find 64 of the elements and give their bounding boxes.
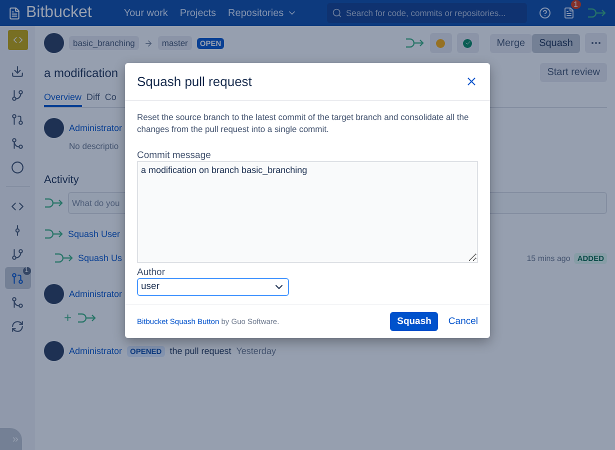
arrow-icon — [144, 38, 153, 48]
half-circle-arrow-icon — [76, 312, 97, 324]
branch-label: basic_branching — [69, 36, 139, 50]
approve-button[interactable] — [456, 33, 479, 53]
branch-icon — [11, 88, 24, 102]
half-circle-arrow-icon — [587, 7, 607, 19]
avatar — [44, 284, 64, 304]
author-select[interactable]: user — [137, 278, 289, 296]
author-link[interactable]: Administrator — [69, 123, 122, 133]
plus-sign: + — [64, 310, 72, 325]
squash-button[interactable]: Squash — [390, 312, 438, 331]
field-label: Commit message — [137, 150, 212, 161]
close-icon[interactable] — [465, 75, 478, 88]
code-icon — [11, 200, 24, 212]
author-link[interactable]: Squash Us — [78, 253, 122, 263]
timestamp: Yesterday — [236, 346, 276, 356]
branch-icon — [11, 248, 24, 260]
pull-request-icon — [11, 272, 24, 284]
tab[interactable]: Co — [104, 90, 116, 107]
pull-request-icon — [11, 112, 24, 126]
half-circle-arrow-icon — [54, 252, 74, 264]
bitbucket-logo[interactable]: Bitbucket — [8, 4, 92, 22]
start-review-button[interactable]: Start review — [540, 63, 607, 82]
avatar — [44, 341, 64, 361]
check-circle-icon — [463, 38, 472, 48]
author-link[interactable]: Administrator — [69, 346, 122, 356]
action-button[interactable]: Squash — [532, 34, 580, 52]
event-text: the pull request — [170, 346, 232, 356]
dialog-title: Squash pull request — [137, 74, 253, 89]
merge-icon — [11, 136, 24, 150]
commit-message-field[interactable]: a modification on branch basic_branching — [137, 160, 478, 263]
description-text: No descriptio — [69, 141, 119, 151]
half-circle-arrow-icon — [404, 37, 425, 49]
cancel-button[interactable]: Cancel — [448, 316, 478, 327]
branch-label: master — [158, 36, 192, 50]
refresh-icon — [11, 320, 24, 332]
activity-heading: Activity — [44, 174, 80, 186]
author-link[interactable]: Administrator — [69, 289, 122, 299]
search-icon — [332, 8, 342, 18]
nav-link[interactable]: Your work — [124, 8, 168, 18]
avatar — [44, 118, 64, 138]
double-chevron-icon — [11, 434, 20, 444]
notifications-icon[interactable] — [563, 7, 575, 19]
nav-link[interactable]: Projects — [180, 8, 216, 18]
avatar — [44, 33, 64, 53]
dialog-description: Reset the source branch to the latest commit of the target branch and consolidate all the changes from the pull request into a single commit. — [137, 111, 470, 136]
merge-icon — [11, 296, 24, 308]
pull-request-title: a modification — [44, 66, 118, 80]
nav-link[interactable]: Repositories — [228, 8, 297, 18]
notification-count: 1 — [570, 0, 581, 9]
half-circle-arrow-icon — [44, 228, 64, 240]
more-button[interactable] — [585, 33, 607, 53]
download-icon — [11, 64, 24, 78]
search-field[interactable]: Search for code, commits or repositories... — [327, 3, 527, 23]
half-circle-arrow-icon — [44, 197, 64, 209]
help-icon[interactable] — [539, 7, 551, 19]
author-link[interactable]: Squash User — [68, 229, 120, 239]
tab[interactable]: Overview — [44, 90, 82, 107]
tab[interactable]: Diff — [86, 90, 100, 107]
circle-icon — [11, 160, 24, 174]
pending-dot-icon — [436, 38, 446, 48]
field-label: Author — [137, 266, 166, 278]
action-button[interactable]: Merge — [490, 34, 532, 52]
timestamp: 15 mins ago — [526, 254, 570, 262]
